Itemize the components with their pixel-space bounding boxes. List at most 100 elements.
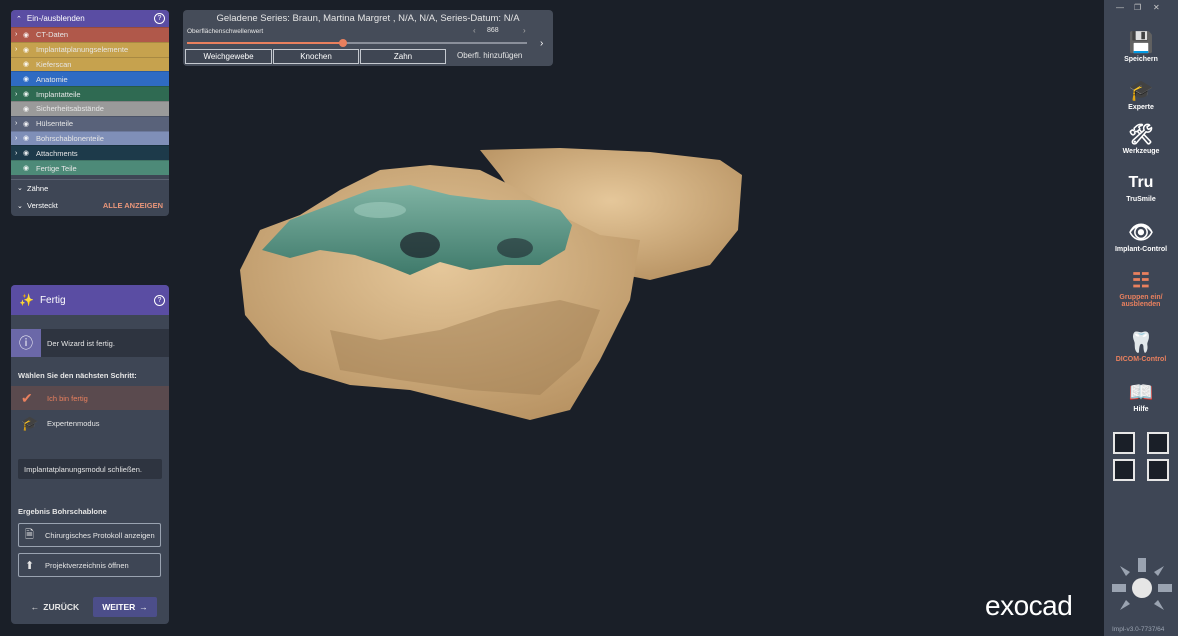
slider-handle[interactable]: [339, 39, 348, 47]
back-button[interactable]: ← ZURÜCK: [25, 597, 85, 617]
implant-control-button[interactable]: 👁 Implant-Control: [1104, 220, 1178, 253]
series-title: Geladene Series: Braun, Martina Margret …: [216, 13, 520, 24]
chevron-right-icon[interactable]: ›: [15, 91, 23, 98]
folder-button[interactable]: ⬆ Projektverzeichnis öffnen: [18, 553, 161, 577]
trusmile-button[interactable]: Tru TruSmile: [1104, 170, 1178, 203]
brand-logo: exocad: [985, 590, 1073, 621]
save-button[interactable]: 💾 Speichern: [1104, 30, 1178, 63]
groups-panel: ⌃ Ein-/ausblenden ? › ◉ CT-Daten › ◉ Implanta…: [11, 10, 169, 216]
hidden-label: Versteckt: [27, 201, 58, 211]
trusmile-label: TruSmile: [1126, 196, 1156, 203]
group-row[interactable]: › ◉ Bohrschablonenteile: [11, 130, 169, 146]
expert-label: Experte: [1128, 104, 1154, 111]
chevron-right-icon[interactable]: ›: [15, 31, 23, 38]
minimize-icon[interactable]: —: [1116, 3, 1124, 12]
next-label: WEITER: [102, 602, 136, 612]
protocol-button[interactable]: 🗎 Chirurgisches Protokoll anzeigen: [18, 523, 161, 547]
graduation-cap-icon: 🎓: [1128, 80, 1154, 102]
eye-icon[interactable]: ◉: [23, 149, 34, 157]
eye-icon[interactable]: ◉: [23, 31, 34, 39]
save-label: Speichern: [1124, 56, 1158, 63]
threshold-value: 868: [487, 27, 499, 34]
eye-icon[interactable]: ◉: [23, 105, 34, 113]
back-label: ZURÜCK: [43, 602, 80, 612]
eye-icon[interactable]: ◉: [23, 164, 34, 172]
arrow-left-icon: ←: [30, 602, 40, 612]
eye-icon[interactable]: ◉: [23, 90, 34, 98]
help-icon[interactable]: ?: [154, 13, 165, 24]
group-row-label: Sicherheitsabstände: [36, 104, 104, 114]
chevron-right-icon[interactable]: ›: [523, 26, 526, 35]
group-row-label: Hülsenteile: [36, 119, 74, 129]
teeth-group[interactable]: ⌄ Zähne: [11, 178, 169, 197]
add-surface-button[interactable]: Oberfl. hinzufügen: [457, 51, 522, 60]
expert-button[interactable]: 🎓 Experte: [1104, 78, 1178, 111]
eye-icon[interactable]: ◉: [23, 46, 34, 54]
view-layout-3[interactable]: [1113, 459, 1135, 481]
threshold-slider[interactable]: [187, 39, 527, 47]
group-row-label: Bohrschablonenteile: [36, 133, 104, 143]
arrow-right-icon: →: [139, 602, 148, 612]
group-row[interactable]: ◉ Sicherheitsabstände: [11, 100, 169, 116]
guide-sleeve-2: [497, 238, 533, 258]
option-done[interactable]: ✔ Ich bin fertig: [11, 386, 169, 410]
view-layout-4[interactable]: [1147, 459, 1169, 481]
group-row[interactable]: › ◉ Implantatteile: [11, 86, 169, 101]
jaw-icon: 🦷: [1128, 332, 1154, 354]
dicom-control-button[interactable]: 🦷 DICOM-Control: [1104, 330, 1178, 363]
group-row-label: Implantatplanungselemente: [36, 45, 129, 55]
chevron-down-icon[interactable]: ⌄: [17, 184, 27, 192]
group-row[interactable]: › ◉ Hülsenteile: [11, 115, 169, 131]
hidden-group[interactable]: ⌄ Versteckt ALLE ANZEIGEN: [11, 197, 169, 215]
series-panel: Geladene Series: Braun, Martina Margret …: [183, 10, 553, 66]
help-button[interactable]: 📖 Hilfe: [1104, 380, 1178, 413]
help-icon[interactable]: ?: [154, 294, 165, 306]
tools-button[interactable]: 🛠 Werkzeuge: [1104, 122, 1178, 155]
chevron-left-icon[interactable]: ‹: [473, 26, 476, 35]
group-row[interactable]: › ◉ Attachments: [11, 145, 169, 161]
next-button[interactable]: WEITER →: [93, 597, 157, 617]
eye-icon[interactable]: ◉: [23, 120, 34, 128]
teeth-label: Zähne: [27, 183, 49, 193]
soft-tissue-button[interactable]: Weichgewebe: [185, 49, 272, 64]
show-all-button[interactable]: ALLE ANZEIGEN: [103, 201, 163, 210]
close-icon[interactable]: ✕: [1153, 3, 1160, 12]
view-layout-2[interactable]: [1147, 432, 1169, 454]
restore-icon[interactable]: ❐: [1134, 3, 1141, 12]
chevron-right-icon[interactable]: ›: [15, 150, 23, 157]
option-expert[interactable]: 🎓 Expertenmodus: [11, 411, 169, 435]
chevron-right-icon[interactable]: ›: [15, 120, 23, 127]
group-row-label: Implantatteile: [36, 89, 81, 99]
groups-toggle-button[interactable]: ☷ Gruppen ein/ ausblenden: [1104, 268, 1178, 308]
implant-control-label: Implant-Control: [1114, 246, 1168, 253]
groups-toggle-label: Gruppen ein/ ausblenden: [1119, 294, 1163, 308]
group-row[interactable]: ◉ Fertige Teile: [11, 160, 169, 175]
save-icon: 💾: [1128, 32, 1154, 54]
implant-eye-icon: 👁: [1128, 222, 1154, 244]
group-row[interactable]: ◉ Anatomie: [11, 71, 169, 87]
view-layout-1[interactable]: [1113, 432, 1135, 454]
group-row-label: Kieferscan: [36, 59, 72, 69]
chevron-down-icon[interactable]: ⌄: [17, 202, 27, 210]
groups-header[interactable]: ⌃ Ein-/ausblenden ?: [11, 10, 169, 27]
group-row[interactable]: ◉ Kieferscan: [11, 56, 169, 72]
eye-icon[interactable]: ◉: [23, 75, 34, 83]
graduation-cap-icon: 🎓: [21, 414, 39, 431]
navigation-cube-icon[interactable]: [1110, 556, 1174, 620]
group-row[interactable]: › ◉ CT-Daten: [11, 27, 169, 42]
next-step-label: Wählen Sie den nächsten Schritt:: [18, 371, 137, 380]
chevron-right-icon[interactable]: ›: [15, 46, 23, 53]
tooth-button[interactable]: Zahn: [360, 49, 446, 64]
eye-icon[interactable]: ◉: [23, 60, 34, 68]
chevron-right-icon[interactable]: ›: [15, 135, 23, 142]
expand-arrow-icon[interactable]: ›: [540, 38, 543, 49]
close-module-button[interactable]: Implantatplanungsmodul schließen.: [18, 459, 162, 479]
option-expert-label: Expertenmodus: [47, 418, 100, 428]
eye-icon[interactable]: ◉: [23, 134, 34, 142]
chevron-up-icon[interactable]: ⌃: [16, 15, 22, 23]
folder-label: Projektverzeichnis öffnen: [45, 560, 129, 570]
checkmark-icon: ✔: [21, 389, 33, 406]
group-row[interactable]: › ◉ Implantatplanungselemente: [11, 41, 169, 57]
bone-button[interactable]: Knochen: [273, 49, 359, 64]
folder-upload-icon: ⬆: [25, 559, 35, 572]
